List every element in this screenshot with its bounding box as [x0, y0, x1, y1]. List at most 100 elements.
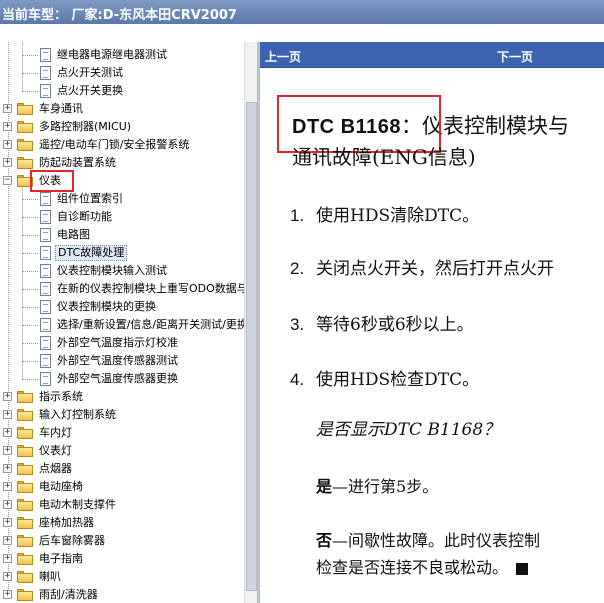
expand-icon[interactable]: +	[3, 140, 12, 149]
tree-item-label: 仪表控制模块的更换	[57, 300, 156, 313]
tree-folder-item[interactable]: + 点烟器	[0, 460, 244, 478]
yes-label: 是	[316, 477, 333, 496]
expand-icon[interactable]: +	[3, 122, 12, 131]
procedure-step: 4. 使用HDS检查DTC。	[290, 365, 479, 390]
tree-folder-item[interactable]: + 车身通讯	[0, 100, 244, 118]
tree-item-label: 遥控/电动车门锁/安全报警系统	[39, 138, 190, 151]
expand-icon[interactable]: +	[3, 464, 12, 473]
tree-connector	[22, 289, 38, 290]
tree-folder-item[interactable]: + 输入灯控制系统	[0, 406, 244, 424]
document-icon	[40, 300, 51, 314]
tree-item-label: 多路控制器(MICU)	[39, 120, 132, 133]
tree-doc-item[interactable]: 组件位置索引	[0, 190, 244, 208]
tree-item-label: 车身通讯	[39, 102, 83, 115]
tree-doc-item[interactable]: 选择/重新设置/信息/距离开关测试/更换	[0, 316, 244, 334]
navigation-tree[interactable]: 继电器电源继电器测试 点火开关测试 点火开关更换 + 车身通讯 + 多路控制器(MICU) +…	[0, 42, 244, 603]
tree-folder-item[interactable]: + 指示系统	[0, 388, 244, 406]
title-value: 厂家:D-东风本田CRV2007	[71, 8, 237, 23]
no-text-2: 检查是否连接不良或松动。	[316, 558, 509, 577]
tree-doc-item[interactable]: DTC故障处理	[0, 244, 244, 262]
no-text: —间歇性故障。此时仪表控制	[332, 531, 541, 550]
tree-doc-item[interactable]: 点火开关测试	[0, 64, 244, 82]
prev-page-button[interactable]: 上一页	[265, 48, 301, 65]
tree-folder-item[interactable]: + 多路控制器(MICU)	[0, 118, 244, 136]
folder-icon	[17, 463, 33, 475]
expand-icon[interactable]: +	[3, 536, 12, 545]
folder-icon	[17, 553, 33, 565]
tree-doc-item[interactable]: 电路图	[0, 226, 244, 244]
tree-item-label: 电路图	[57, 228, 90, 241]
tree-connector	[22, 379, 38, 380]
expand-icon[interactable]: +	[3, 518, 12, 527]
document-icon	[40, 264, 51, 278]
expand-icon[interactable]: +	[3, 590, 12, 599]
tree-item-label: DTC故障处理	[55, 245, 128, 261]
document-icon	[40, 336, 51, 350]
tree-connector	[22, 307, 38, 308]
procedure-step: 3. 等待6秒或6秒以上。	[290, 310, 474, 335]
expand-icon[interactable]: +	[3, 392, 12, 401]
expand-icon[interactable]: +	[3, 482, 12, 491]
document-icon	[40, 282, 51, 296]
no-label: 否	[316, 531, 333, 550]
tree-item-label: 指示系统	[39, 390, 83, 403]
tree-doc-item[interactable]: 在新的仪表控制模块上重写ODO数据与	[0, 280, 244, 298]
tree-item-highlight	[30, 170, 74, 192]
document-icon	[40, 210, 51, 224]
folder-icon	[17, 121, 33, 133]
tree-connector	[22, 199, 38, 200]
tree-doc-item[interactable]: 点火开关更换	[0, 82, 244, 100]
step-number: 4.	[290, 370, 305, 389]
tree-item-label: 电子指南	[39, 552, 83, 565]
tree-doc-item[interactable]: 外部空气温度传感器更换	[0, 370, 244, 388]
expand-icon[interactable]: +	[3, 554, 12, 563]
tree-folder-item[interactable]: + 遥控/电动车门锁/安全报警系统	[0, 136, 244, 154]
tree-item-label: 仪表灯	[39, 444, 72, 457]
tree-doc-item[interactable]: 自诊断功能	[0, 208, 244, 226]
tree-doc-item[interactable]: 外部空气温度传感器测试	[0, 352, 244, 370]
expand-icon[interactable]: +	[3, 572, 12, 581]
tree-scrollbar[interactable]	[244, 42, 257, 603]
tree-folder-item[interactable]: + 后车窗除雾器	[0, 532, 244, 550]
tree-doc-item[interactable]: 继电器电源继电器测试	[0, 46, 244, 64]
folder-icon	[17, 391, 33, 403]
next-page-button[interactable]: 下一页	[497, 48, 533, 65]
step-number: 1.	[290, 206, 305, 225]
folder-icon	[17, 409, 33, 421]
expand-icon[interactable]: +	[3, 104, 12, 113]
tree-folder-item[interactable]: + 车内灯	[0, 424, 244, 442]
tree-folder-item[interactable]: + 电动木制支撑件	[0, 496, 244, 514]
folder-icon	[17, 481, 33, 493]
tree-folder-item[interactable]: + 雨刮/清洗器	[0, 586, 244, 603]
no-branch-continued: 检查是否连接不良或松动。	[316, 554, 529, 578]
document-icon	[40, 354, 51, 368]
expand-icon[interactable]: +	[3, 500, 12, 509]
title-label: 当前车型：	[2, 8, 68, 23]
tree-folder-item[interactable]: + 电子指南	[0, 550, 244, 568]
tree-item-label: 外部空气温度指示灯校准	[57, 336, 178, 349]
tree-doc-item[interactable]: 外部空气温度指示灯校准	[0, 334, 244, 352]
collapse-icon[interactable]: −	[3, 176, 12, 185]
tree-item-label: 车内灯	[39, 426, 72, 439]
tree-connector	[22, 271, 38, 272]
tree-folder-item[interactable]: + 喇叭	[0, 568, 244, 586]
scrollbar-thumb[interactable]	[246, 102, 257, 591]
tree-folder-item[interactable]: + 仪表灯	[0, 442, 244, 460]
expand-icon[interactable]: +	[3, 410, 12, 419]
no-branch: 否—间歇性故障。此时仪表控制	[316, 527, 540, 551]
step-number: 2.	[290, 259, 305, 278]
step-number: 3.	[290, 315, 305, 334]
tree-folder-item[interactable]: + 座椅加热器	[0, 514, 244, 532]
tree-folder-item[interactable]: + 电动座椅	[0, 478, 244, 496]
expand-icon[interactable]: +	[3, 158, 12, 167]
folder-icon	[17, 445, 33, 457]
folder-icon	[17, 157, 33, 169]
expand-icon[interactable]: +	[3, 428, 12, 437]
tree-doc-item[interactable]: 仪表控制模块输入测试	[0, 262, 244, 280]
tree-item-label: 防起动装置系统	[39, 156, 116, 169]
expand-icon[interactable]: +	[3, 446, 12, 455]
tree-doc-item[interactable]: 仪表控制模块的更换	[0, 298, 244, 316]
procedure-step: 1. 使用HDS清除DTC。	[290, 201, 479, 226]
tree-item-label: 点烟器	[39, 462, 72, 475]
procedure-step: 2. 关闭点火开关，然后打开点火开	[290, 254, 554, 279]
